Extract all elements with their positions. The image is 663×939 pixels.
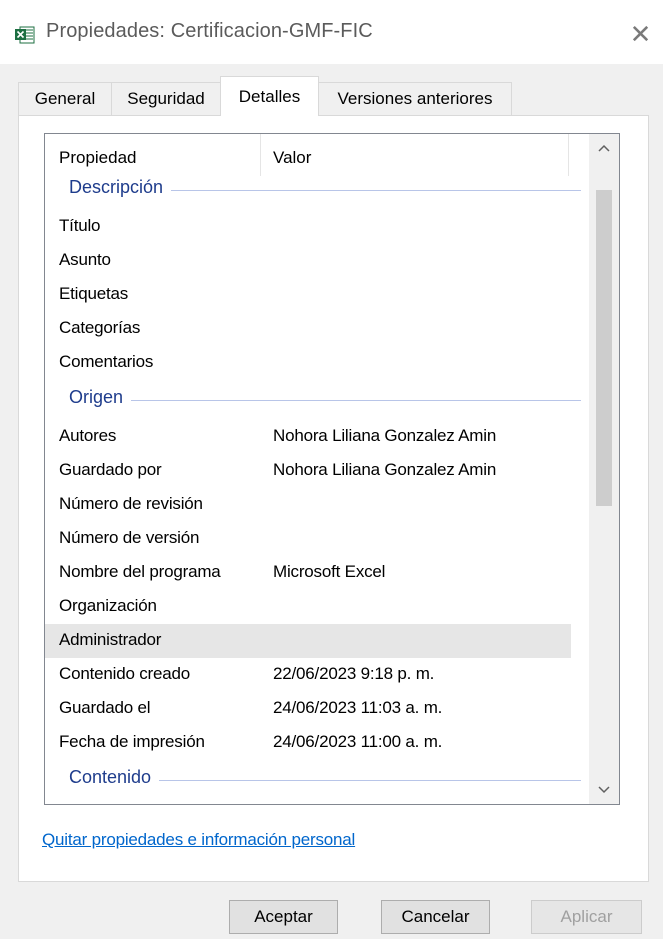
property-value: 24/06/2023 11:03 a. m. xyxy=(273,698,443,717)
list-item[interactable]: Organización xyxy=(45,590,571,624)
remove-properties-link[interactable]: Quitar propiedades e información persona… xyxy=(42,830,355,850)
property-value: Microsoft Excel xyxy=(273,562,386,581)
tab-versiones-anteriores[interactable]: Versiones anteriores xyxy=(318,82,512,115)
property-name: Organización xyxy=(59,596,157,615)
group-label: Contenido xyxy=(69,767,160,788)
column-divider[interactable] xyxy=(568,134,569,176)
close-button[interactable]: ✕ xyxy=(618,10,663,58)
group-label: Descripción xyxy=(69,177,172,198)
list-item-selected[interactable]: Administrador xyxy=(45,624,571,658)
property-name: Autores xyxy=(59,426,117,445)
chevron-up-icon xyxy=(598,144,610,152)
property-value: Nohora Liliana Gonzalez Amin xyxy=(273,426,497,445)
scrollbar-thumb[interactable] xyxy=(596,190,612,506)
property-name: Guardado por xyxy=(59,460,162,479)
property-name: Contenido creado xyxy=(59,664,191,683)
property-name: Guardado el xyxy=(59,698,151,717)
title-bar: Propiedades: Certificacion-GMF-FIC ✕ xyxy=(0,0,663,64)
scroll-down-button[interactable] xyxy=(589,776,619,804)
tab-detalles[interactable]: Detalles xyxy=(220,76,319,116)
list-item[interactable]: Guardado por Nohora Liliana Gonzalez Ami… xyxy=(45,454,571,488)
property-name: Número de versión xyxy=(59,528,200,547)
list-item[interactable]: Título xyxy=(45,210,571,244)
group-header-origen: Origen xyxy=(45,386,589,416)
list-item[interactable]: Etiquetas xyxy=(45,278,571,312)
column-header-property[interactable]: Propiedad xyxy=(59,148,137,168)
list-item[interactable]: Número de revisión xyxy=(45,488,571,522)
list-item[interactable]: Contenido creado 22/06/2023 9:18 p. m. xyxy=(45,658,571,692)
property-name: Número de revisión xyxy=(59,494,203,513)
property-name: Etiquetas xyxy=(59,284,129,303)
properties-list[interactable]: Propiedad Valor Descripción Título Asunt… xyxy=(44,133,620,805)
tab-seguridad[interactable]: Seguridad xyxy=(111,82,221,115)
list-item[interactable]: Nombre del programa Microsoft Excel xyxy=(45,556,571,590)
property-name: Asunto xyxy=(59,250,111,269)
scroll-up-button[interactable] xyxy=(589,134,619,162)
column-header-value[interactable]: Valor xyxy=(273,148,311,168)
list-item[interactable]: Guardado el 24/06/2023 11:03 a. m. xyxy=(45,692,571,726)
property-name: Administrador xyxy=(59,630,162,649)
list-item[interactable]: Categorías xyxy=(45,312,571,346)
property-value: 24/06/2023 11:00 a. m. xyxy=(273,732,443,751)
list-item[interactable]: Fecha de impresión 24/06/2023 11:00 a. m… xyxy=(45,726,571,760)
chevron-down-icon xyxy=(598,786,610,794)
group-header-descripcion: Descripción xyxy=(45,176,589,206)
column-divider[interactable] xyxy=(260,134,261,176)
property-name: Título xyxy=(59,216,101,235)
list-item[interactable]: Número de versión xyxy=(45,522,571,556)
tab-strip: General Seguridad Detalles Versiones ant… xyxy=(18,76,658,116)
apply-button[interactable]: Aplicar xyxy=(531,900,642,934)
group-label: Origen xyxy=(69,387,132,408)
list-item[interactable]: Asunto xyxy=(45,244,571,278)
property-name: Fecha de impresión xyxy=(59,732,205,751)
window-title: Propiedades: Certificacion-GMF-FIC xyxy=(46,20,373,42)
excel-file-icon xyxy=(15,26,35,44)
tab-general[interactable]: General xyxy=(18,82,112,115)
property-value: Nohora Liliana Gonzalez Amin xyxy=(273,460,497,479)
property-name: Nombre del programa xyxy=(59,562,221,581)
list-item[interactable]: Autores Nohora Liliana Gonzalez Amin xyxy=(45,420,571,454)
vertical-scrollbar[interactable] xyxy=(589,134,619,804)
close-icon: ✕ xyxy=(629,18,652,49)
property-name: Categorías xyxy=(59,318,141,337)
property-name: Comentarios xyxy=(59,352,154,371)
property-value: 22/06/2023 9:18 p. m. xyxy=(273,664,435,683)
list-item[interactable]: Comentarios xyxy=(45,346,571,380)
cancel-button[interactable]: Cancelar xyxy=(381,900,490,934)
group-header-contenido: Contenido xyxy=(45,766,589,796)
ok-button[interactable]: Aceptar xyxy=(229,900,338,934)
group-divider-line xyxy=(69,400,581,401)
details-panel: Propiedad Valor Descripción Título Asunt… xyxy=(18,115,649,882)
